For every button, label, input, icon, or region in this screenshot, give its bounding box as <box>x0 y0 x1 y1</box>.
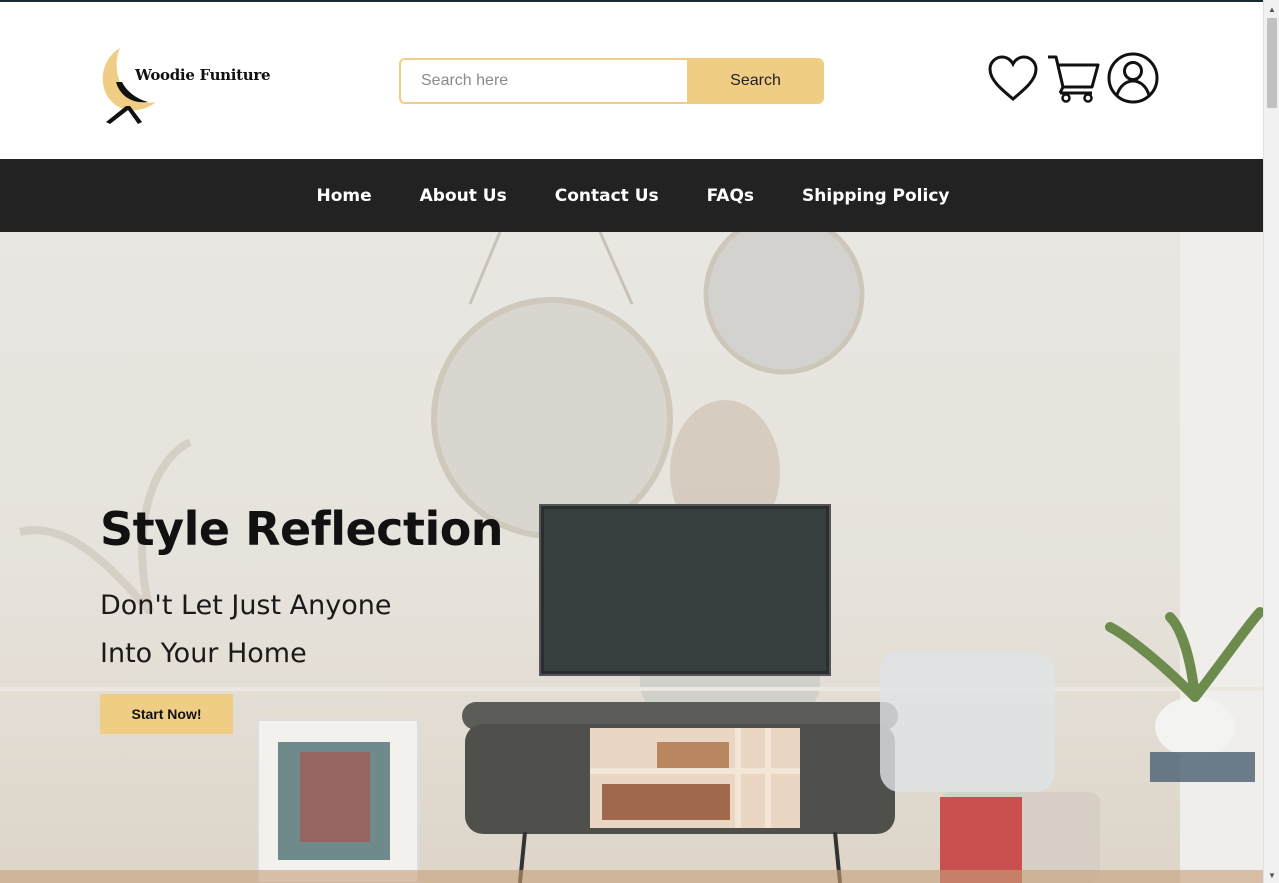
chair-logo-icon <box>102 48 156 124</box>
cart-icon <box>1048 55 1100 103</box>
search-bar: Search <box>399 58 824 104</box>
wishlist-button[interactable] <box>985 50 1041 106</box>
start-now-button[interactable]: Start Now! <box>100 694 233 734</box>
vertical-scrollbar[interactable]: ▲ ▼ <box>1263 0 1279 883</box>
nav-item-faqs[interactable]: FAQs <box>707 186 754 206</box>
nav-list: Home About Us Contact Us FAQs Shipping P… <box>0 159 1263 232</box>
hero-banner: Style Reflection Don't Let Just Anyone I… <box>0 232 1263 883</box>
scrollbar-thumb[interactable] <box>1267 18 1277 108</box>
hero-tagline-line2: Into Your Home <box>100 638 307 669</box>
nav-item-shipping-policy[interactable]: Shipping Policy <box>802 186 949 206</box>
search-button[interactable]: Search <box>687 60 822 102</box>
hero-background-image <box>0 232 1263 883</box>
site-header: Woodie Funiture Search <box>0 2 1263 159</box>
main-navigation: Home About Us Contact Us FAQs Shipping P… <box>0 159 1263 232</box>
scroll-down-arrow-icon[interactable]: ▼ <box>1264 868 1279 882</box>
site-logo[interactable]: Woodie Funiture <box>98 44 271 128</box>
logo-text: Woodie Funiture <box>135 66 271 84</box>
search-input[interactable] <box>401 60 687 102</box>
nav-item-home[interactable]: Home <box>316 186 371 206</box>
scroll-up-arrow-icon[interactable]: ▲ <box>1264 2 1279 16</box>
hero-title: Style Reflection <box>100 502 504 556</box>
nav-item-contact-us[interactable]: Contact Us <box>555 186 659 206</box>
account-button[interactable] <box>1105 50 1161 106</box>
heart-icon <box>988 55 1038 101</box>
user-icon <box>1107 52 1159 104</box>
cart-button[interactable] <box>1045 50 1101 106</box>
nav-item-about-us[interactable]: About Us <box>420 186 507 206</box>
hero-tagline-line1: Don't Let Just Anyone <box>100 590 392 621</box>
